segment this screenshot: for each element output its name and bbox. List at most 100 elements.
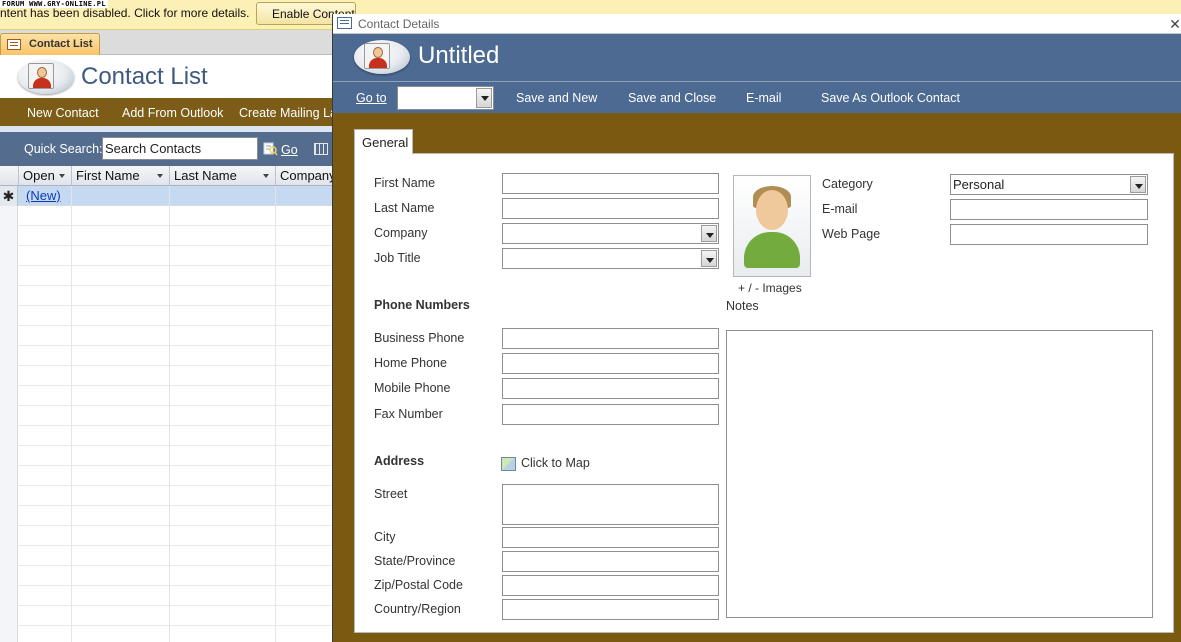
chevron-down-icon[interactable] [701,250,717,267]
form-icon [337,17,352,29]
web-page-label: Web Page [822,227,881,241]
home-phone-field[interactable] [502,353,719,374]
tab-contact-list[interactable]: Contact List [0,33,100,55]
contact-card-icon [18,60,74,94]
company-label: Company [374,226,428,240]
last-name-label: Last Name [374,201,435,215]
save-and-new-button[interactable]: Save and New [516,91,597,105]
go-button[interactable]: Go [281,143,298,157]
column-label: First Name [76,168,140,183]
images-link[interactable]: + / - Images [738,281,802,295]
dialog-titlebar[interactable]: Contact Details ✕ [333,14,1181,34]
go-search-icon[interactable] [263,141,278,156]
email-button[interactable]: E-mail [746,91,781,105]
datasheet-rows [0,206,332,642]
add-from-outlook-button[interactable]: Add From Outlook [122,106,223,120]
street-field[interactable] [502,484,719,525]
contact-photo[interactable] [733,175,811,277]
fax-number-label: Fax Number [374,407,443,421]
photo-head-shape [756,190,788,230]
watermark-text: FORUM WWW.GRY-ONLINE.PL [0,0,108,8]
street-label: Street [374,487,408,501]
tab-general[interactable]: General [354,129,413,154]
column-header-open[interactable]: Open [18,166,71,186]
phone-numbers-heading: Phone Numbers [374,298,470,312]
company-combo[interactable] [502,223,719,244]
dialog-header: Untitled [333,34,1181,81]
contact-list-toolbar: New Contact Add From Outlook Create Mail… [0,98,360,128]
job-title-combo[interactable] [502,248,719,269]
datasheet-view-icon[interactable] [314,143,328,155]
contact-heading: Untitled [418,42,500,69]
chevron-down-icon[interactable] [701,225,717,242]
chevron-down-icon[interactable] [476,88,492,108]
chevron-down-icon[interactable] [59,174,65,178]
column-divider [275,186,276,642]
zip-postal-label: Zip/Postal Code [374,578,463,592]
email-label: E-mail [822,202,858,216]
job-title-label: Job Title [374,251,421,265]
click-to-map-link[interactable]: Click to Map [521,456,590,470]
home-phone-label: Home Phone [374,356,447,370]
state-province-field[interactable] [502,551,719,572]
quick-search-bar: Quick Search: Search Contacts Go [0,132,332,166]
city-field[interactable] [502,527,719,548]
document-tab-bar: Contact List [0,30,332,55]
column-divider [71,186,72,642]
chevron-down-icon[interactable] [263,174,269,178]
email-field[interactable] [950,199,1148,220]
goto-select[interactable] [397,86,494,110]
photo-body-shape [744,232,800,268]
mobile-phone-label: Mobile Phone [374,381,451,395]
close-icon[interactable]: ✕ [1168,14,1181,34]
row-selector-column [0,206,18,642]
last-name-field[interactable] [502,198,719,219]
quick-search-label: Quick Search: [24,142,103,156]
dialog-body: General First Name Last Name Company Job… [333,113,1181,642]
security-message-text[interactable]: ntent has been disabled. Click for more … [0,6,249,20]
map-icon[interactable] [501,457,516,471]
chevron-down-icon[interactable] [1130,176,1146,193]
first-name-label: First Name [374,176,436,190]
new-record-link[interactable]: (New) [26,188,61,203]
save-and-close-button[interactable]: Save and Close [628,91,716,105]
page-title: Contact List [81,63,208,90]
country-region-label: Country/Region [374,602,461,616]
dialog-window-title: Contact Details [358,17,440,31]
address-heading: Address [374,454,425,468]
column-header-first-name[interactable]: First Name [71,166,169,186]
goto-label: Go to [356,91,387,105]
business-phone-field[interactable] [502,328,719,349]
category-combo[interactable]: Personal [950,174,1148,195]
new-contact-button[interactable]: New Contact [27,106,99,120]
notes-field[interactable] [726,330,1153,618]
web-page-field[interactable] [950,224,1148,245]
new-record-marker[interactable]: ✱ [0,186,18,206]
column-header-company[interactable]: Company [275,166,332,186]
contacts-datasheet: Open First Name Last Name Company ✱ (New… [0,166,332,642]
column-divider [169,186,170,642]
category-value: Personal [953,177,1005,192]
form-icon [7,39,21,50]
contact-card-icon [354,40,410,74]
mobile-phone-field[interactable] [502,378,719,399]
general-tab-page: First Name Last Name Company Job Title +… [354,153,1174,633]
fax-number-field[interactable] [502,404,719,425]
notes-label: Notes [726,299,759,313]
state-province-label: State/Province [374,554,456,568]
chevron-down-icon[interactable] [157,174,163,178]
tab-label: Contact List [29,38,93,50]
first-name-field[interactable] [502,173,719,194]
zip-postal-field[interactable] [502,575,719,596]
column-label: Company [280,168,332,183]
country-region-field[interactable] [502,599,719,620]
column-label: Last Name [174,168,237,183]
business-phone-label: Business Phone [374,331,465,345]
city-label: City [374,530,396,544]
select-all-corner[interactable] [0,166,18,186]
save-as-outlook-contact-button[interactable]: Save As Outlook Contact [821,91,960,105]
contact-details-dialog: Contact Details ✕ Untitled Go to Save an… [332,14,1181,642]
category-label: Category [822,177,873,191]
column-header-last-name[interactable]: Last Name [169,166,275,186]
quick-search-input[interactable]: Search Contacts [102,137,258,160]
